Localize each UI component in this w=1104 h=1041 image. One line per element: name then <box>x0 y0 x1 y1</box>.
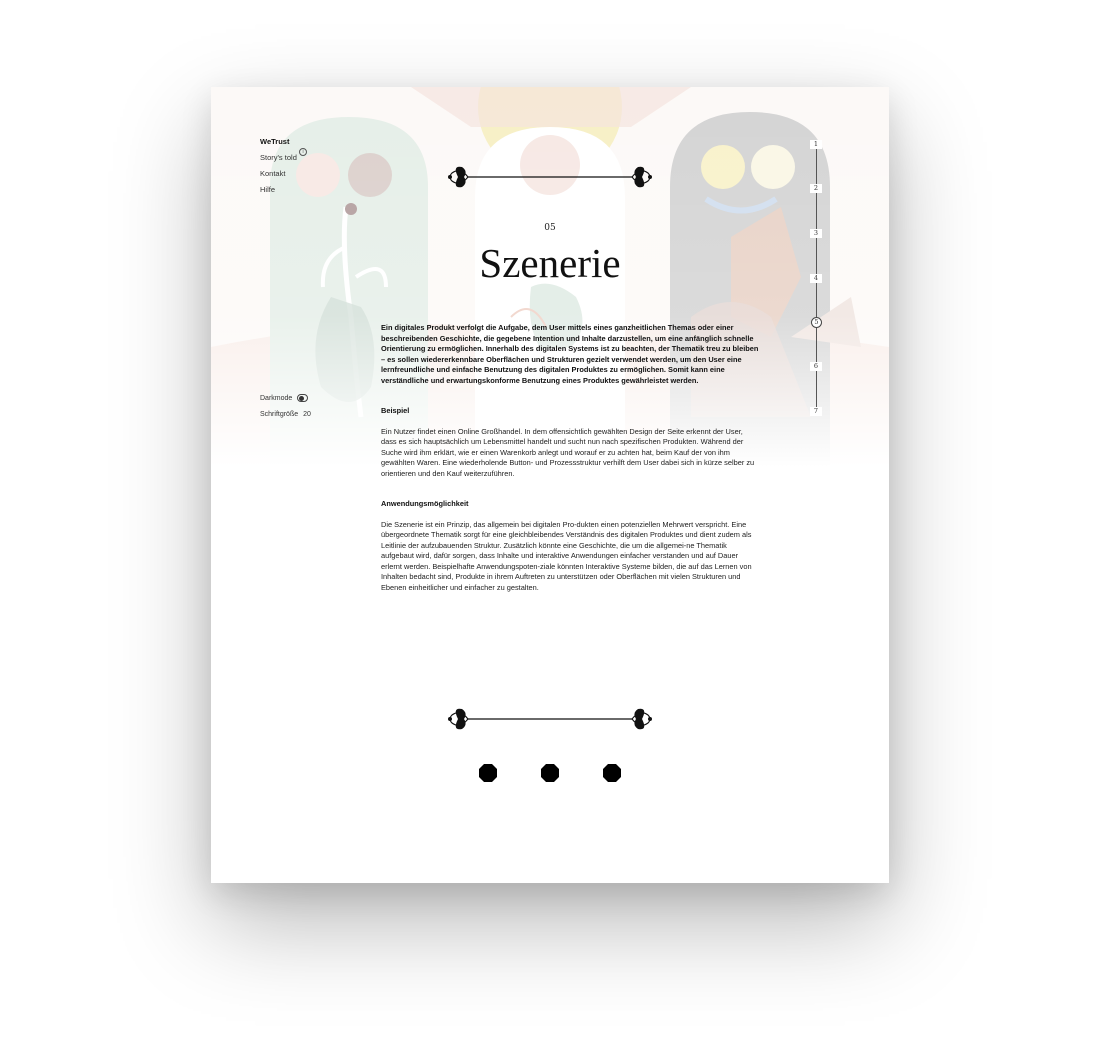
fontsize-setting: Schriftgröße 20 <box>260 406 311 422</box>
ornament-divider-bottom <box>448 708 652 730</box>
chapter-title: Szenerie <box>479 240 621 286</box>
fontsize-value[interactable]: 20 <box>303 411 311 418</box>
step-6[interactable]: 6 <box>810 362 822 371</box>
fontsize-label: Schriftgröße <box>260 410 299 418</box>
darkmode-toggle[interactable] <box>297 394 309 402</box>
octagon-dot-1 <box>479 764 497 782</box>
darkmode-setting: Darkmode <box>260 390 311 406</box>
section-text-anwendung: Die Szenerie ist ein Prinzip, das allgem… <box>381 519 752 592</box>
nav-item-storys-told[interactable]: Story's told i <box>260 148 307 169</box>
next-chapter-dots <box>479 764 621 782</box>
octagon-dot-2 <box>541 764 559 782</box>
section-text-beispiel: Ein Nutzer findet einen Online Großhande… <box>381 426 755 478</box>
nav-item-hilfe[interactable]: Hilfe <box>260 185 297 201</box>
section-heading-anwendung: Anwendungsmöglichkeit <box>381 499 469 508</box>
darkmode-label: Darkmode <box>260 394 293 402</box>
chapter-number: 05 <box>544 223 556 233</box>
chapter-body: Ein digitales Produkt verfolgt die Aufga… <box>381 323 759 593</box>
step-1[interactable]: 1 <box>810 140 822 149</box>
nav-item-kontakt[interactable]: Kontakt <box>260 169 297 185</box>
display-settings: Darkmode Schriftgröße 20 <box>260 390 311 422</box>
step-7[interactable]: 7 <box>810 407 822 416</box>
step-5-current[interactable]: 5 <box>811 317 822 328</box>
octagon-dot-3 <box>603 764 621 782</box>
presentation-page: WeTrust Story's told i Kontakt Hilfe Dar… <box>211 87 889 883</box>
info-badge-icon: i <box>299 148 307 156</box>
nav-item-label: Story's told <box>260 153 297 162</box>
section-heading-beispiel: Beispiel <box>381 406 410 415</box>
step-2[interactable]: 2 <box>810 184 822 193</box>
main-nav: WeTrust Story's told i Kontakt Hilfe <box>260 137 307 201</box>
nav-item-wetrust[interactable]: WeTrust <box>260 137 297 153</box>
ornament-divider-top <box>448 166 652 188</box>
chapter-intro: Ein digitales Produkt verfolgt die Aufga… <box>381 323 759 385</box>
